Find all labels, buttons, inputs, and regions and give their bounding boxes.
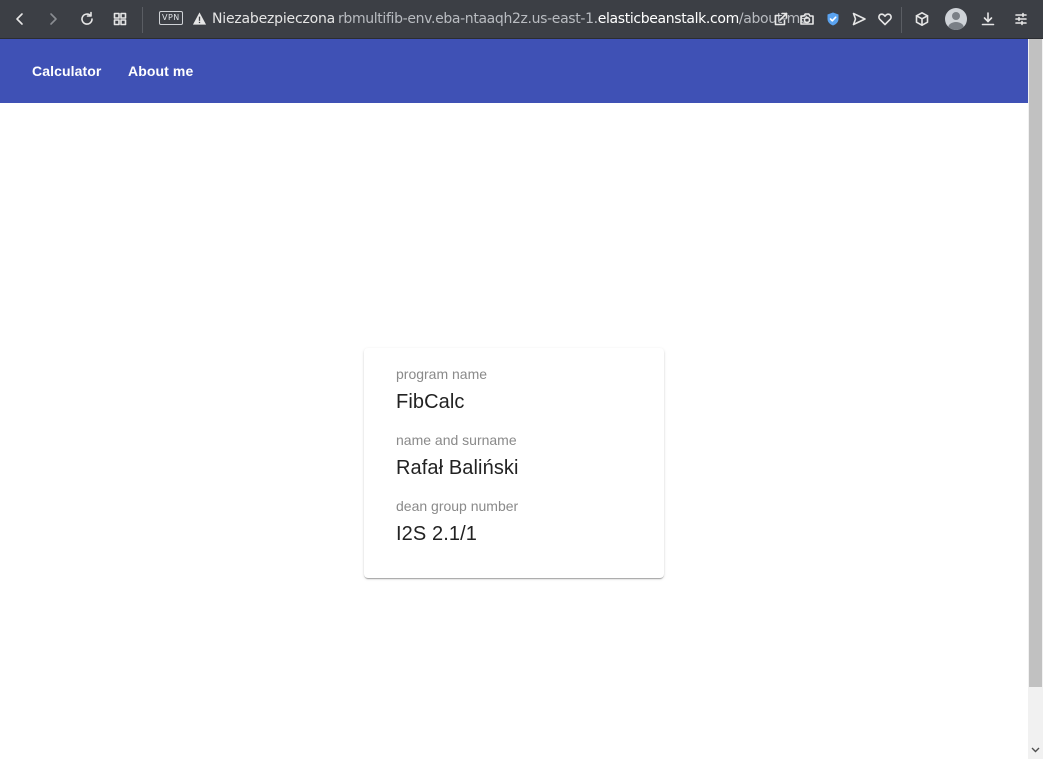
download-icon[interactable] — [976, 7, 1000, 31]
name-surname-field: name and surname Rafał Baliński — [396, 431, 519, 481]
toolbar-separator — [901, 7, 902, 33]
program-name-field: program name FibCalc — [396, 365, 487, 415]
page-scrollbar[interactable] — [1028, 39, 1043, 759]
share-icon[interactable] — [769, 7, 793, 31]
app-navbar: Calculator About me — [0, 39, 1028, 103]
profile-icon[interactable] — [945, 8, 967, 30]
cube-icon[interactable] — [910, 7, 934, 31]
toolbar-separator — [142, 7, 143, 33]
main-content: program name FibCalc name and surname Ra… — [0, 103, 1028, 759]
tabs-grid-icon[interactable] — [108, 7, 132, 31]
heart-icon[interactable] — [873, 7, 897, 31]
send-icon[interactable] — [847, 7, 871, 31]
menu-icon[interactable] — [1009, 7, 1033, 31]
field-label: name and surname — [396, 432, 517, 448]
forward-icon[interactable] — [41, 7, 65, 31]
url-prefix: rbmultifib-env.eba-ntaaqh2z.us-east-1. — [338, 11, 598, 27]
back-icon[interactable] — [8, 7, 32, 31]
nav-about-me-link[interactable]: About me — [128, 39, 193, 103]
vpn-badge[interactable]: VPN — [159, 11, 183, 25]
field-label: program name — [396, 366, 488, 382]
reload-icon[interactable] — [75, 7, 99, 31]
shield-icon[interactable] — [821, 7, 845, 31]
dean-group-field: dean group number I2S 2.1/1 — [396, 497, 518, 547]
camera-icon[interactable] — [795, 7, 819, 31]
field-value: Rafał Baliński — [396, 457, 519, 479]
field-label: dean group number — [396, 498, 519, 514]
security-status[interactable]: Niezabezpieczona — [212, 11, 335, 27]
field-value: I2S 2.1/1 — [396, 523, 477, 545]
nav-calculator-link[interactable]: Calculator — [32, 39, 101, 103]
scrollbar-thumb[interactable] — [1029, 39, 1042, 687]
field-value: FibCalc — [396, 391, 465, 413]
scroll-down-icon[interactable] — [1031, 745, 1040, 754]
url-host: elasticbeanstalk.com — [597, 11, 739, 27]
address-bar[interactable]: rbmultifib-env.eba-ntaaqh2z.us-east-1.el… — [338, 11, 808, 27]
warning-icon[interactable] — [192, 11, 207, 26]
about-card: program name FibCalc name and surname Ra… — [364, 348, 664, 578]
browser-toolbar: VPN Niezabezpieczona rbmultifib-env.eba-… — [0, 0, 1043, 39]
